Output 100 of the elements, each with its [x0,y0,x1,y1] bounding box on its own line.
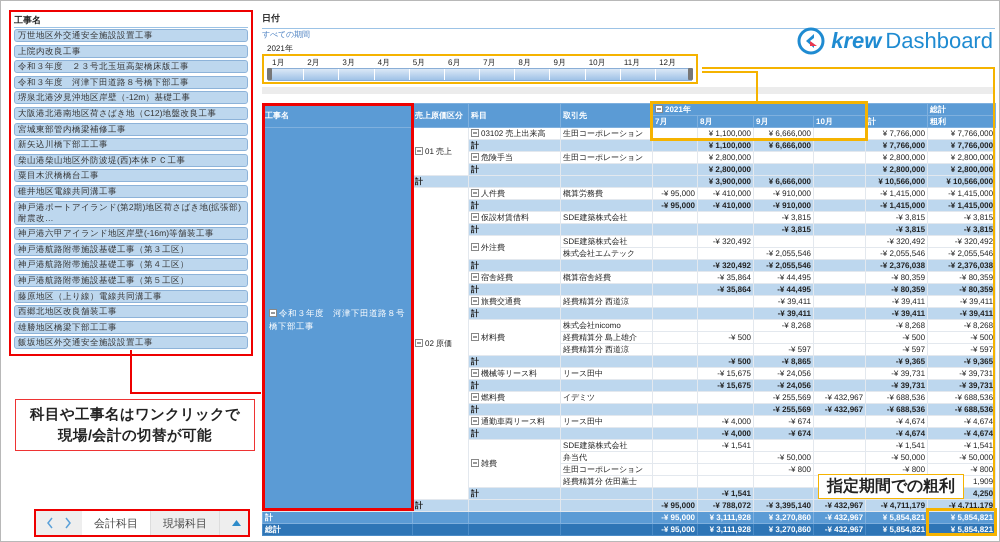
table-cell: 計 [468,200,560,212]
table-cell: -¥ 95,000 [652,200,698,212]
view-tab[interactable]: 現場科目 [151,511,220,535]
collapse-up-icon[interactable] [232,520,241,526]
table-cell [652,320,698,332]
all-periods-link[interactable]: すべての期間 [262,29,310,40]
month-label: 4月 [376,57,392,68]
table-cell: -¥ 39,411 [866,308,928,320]
project-item[interactable]: 雄勝地区橋梁下部工工事 [14,320,248,334]
table-cell [754,488,814,500]
project-item[interactable]: 神戸港ポートアイランド(第2期)地区荷さばき地(拡張部)耐震改… [14,200,248,225]
list-title: 工事名 [14,14,248,28]
month-label: 1月 [271,57,286,68]
project-item[interactable]: 神戸港航路附帯施設基礎工事（第３工区） [14,242,248,256]
project-item[interactable]: 飯坂地区外交通安全施設設置工事 [14,336,248,350]
table-cell [652,236,698,248]
range-handle[interactable] [267,68,272,80]
table-cell [652,224,698,236]
range-handle[interactable] [688,68,693,80]
table-cell: -¥ 35,864 [698,284,754,296]
collapse-icon[interactable] [471,129,479,137]
table-cell: 計 [468,224,560,236]
collapse-icon[interactable] [655,105,663,113]
project-item[interactable]: 令和３年度 河津下田道路８号橋下部工事 [14,76,248,89]
table-cell: -¥ 3,815 [754,224,814,236]
table-cell: ¥ 6,666,000 [754,176,814,188]
table-cell [754,440,814,452]
table-cell: 生田コーポレーション [560,464,652,476]
collapse-icon[interactable] [471,273,479,281]
table-cell: -¥ 9,365 [866,356,928,368]
table-cell [652,452,698,464]
project-item[interactable]: 碓井地区電線共同溝工事 [14,184,248,198]
collapse-icon[interactable] [471,333,479,341]
timeline-slider[interactable]: 1月 2月 3月 4月 5月 6月 7月 8月 9月 10月 11月 12月 [262,54,698,84]
logo-icon [797,27,826,55]
table-cell: -¥ 500 [928,332,996,344]
table-cell: -¥ 39,731 [866,380,928,392]
collapse-icon[interactable] [471,417,479,425]
table-cell: ¥ 3,900,000 [698,176,754,188]
collapse-icon[interactable] [471,297,479,305]
table-cell [814,452,866,464]
table-cell: 計 [468,356,560,368]
table-cell [814,332,866,344]
project-item[interactable]: 藤原地区（上り線）電線共同溝工事 [14,290,248,302]
project-item[interactable]: 神戸港航路附帯施設基礎工事（第４工区） [14,258,248,272]
collapse-icon[interactable] [471,369,479,377]
collapse-icon[interactable] [471,213,479,221]
table-cell [814,428,866,440]
project-item[interactable]: 柴山港柴山地区外防波堤(西)本体ＰＣ工事 [14,154,248,167]
table-cell: 計 [468,164,560,176]
project-item[interactable]: 西郷北地区改良舗装工事 [14,305,248,318]
table-cell: -¥ 320,492 [866,236,928,248]
project-item[interactable]: 新矢込川橋下部工工事 [14,138,248,152]
project-item[interactable]: 令和３年度 ２３号北玉垣高架橋床版工事 [14,60,248,74]
collapse-icon[interactable] [415,339,423,347]
collapse-icon[interactable] [471,459,479,467]
project-item[interactable]: 堺泉北港汐見沖地区岸壁（-12m）基礎工事 [14,91,248,104]
collapse-icon[interactable] [471,153,479,161]
table-cell: -¥ 8,268 [928,320,996,332]
table-cell: -¥ 4,674 [866,428,928,440]
scrollbar[interactable] [262,87,995,94]
table-cell: -¥ 410,000 [698,200,754,212]
table-cell: -¥ 800 [754,464,814,476]
collapse-icon[interactable] [415,147,423,155]
view-tab[interactable]: 会計科目 [82,511,151,535]
project-item[interactable]: 万世地区外交通安全施設設置工事 [14,29,248,42]
table-cell: -¥ 95,000 [652,500,698,512]
table-cell: -¥ 95,000 [652,524,698,536]
project-item[interactable]: 粟目木沢橋橋台工事 [14,169,248,182]
table-cell: 計 [468,380,560,392]
table-cell: -¥ 1,415,000 [866,200,928,212]
table-cell [698,452,754,464]
annotation-callout: 指定期間での粗利 [818,474,964,499]
table-cell: -¥ 3,815 [866,224,928,236]
table-cell: 計 [468,428,560,440]
table-cell: -¥ 432,967 [814,512,866,524]
month-label: 5月 [412,57,426,68]
project-item[interactable]: 大阪港北港南地区荷さばき地（C12)地盤改良工事 [14,106,248,120]
column-header: 総計 [928,104,996,116]
collapse-icon[interactable] [471,393,479,401]
table-cell: 計 [468,404,560,416]
project-item[interactable]: 神戸港六甲アイランド地区岸壁(-16m)等舗装工事 [14,227,248,240]
table-cell: 経費精算分 島上雄介 [560,332,652,344]
table-cell [754,236,814,248]
collapse-icon[interactable] [471,243,479,251]
table-cell: 総計 [262,524,412,536]
collapse-icon[interactable] [471,189,479,197]
logo-product: Dashboard [885,28,993,54]
table-cell: -¥ 50,000 [754,452,814,464]
table-cell [652,356,698,368]
project-item[interactable]: 宮城東部管内橋梁補修工事 [14,122,248,136]
date-filter-title: 日付 [262,12,995,29]
collapse-icon[interactable] [269,308,277,316]
table-cell: -¥ 1,541 [698,488,754,500]
project-item[interactable]: 上院内改良工事 [14,44,248,58]
table-cell: 株式会社nicomo [560,320,652,332]
table-cell: -¥ 50,000 [866,452,928,464]
project-item[interactable]: 神戸港航路附帯施設基礎工事（第５工区） [14,274,248,287]
table-cell: ¥ 3,111,928 [698,512,754,524]
month-label: 10月 [588,57,607,68]
